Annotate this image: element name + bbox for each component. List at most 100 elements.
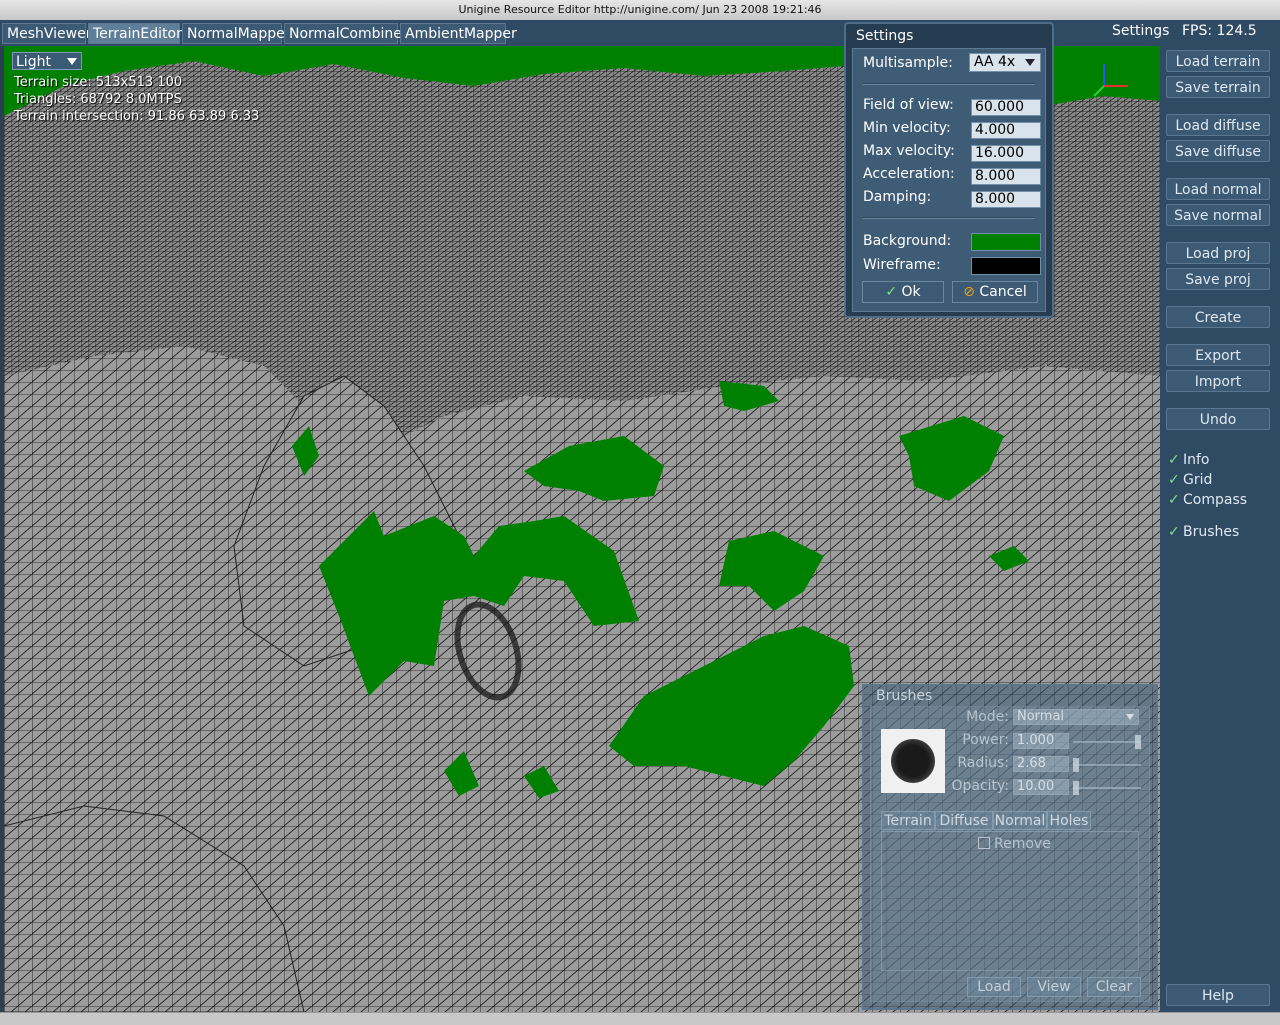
multisample-select[interactable]: AA 4x — [969, 53, 1041, 72]
checkbox-icon — [978, 837, 990, 849]
brushes-checkbox[interactable]: ✓ Brushes — [1168, 524, 1239, 540]
grid-checkbox-label: Grid — [1183, 472, 1213, 488]
load-diffuse-button[interactable]: Load diffuse — [1166, 114, 1270, 136]
cancel-button[interactable]: ⊘ Cancel — [952, 281, 1038, 303]
brush-preview[interactable] — [881, 729, 945, 793]
light-select-value: Light — [16, 54, 51, 70]
window-title: Unigine Resource Editor http://unigine.c… — [458, 3, 822, 16]
chevron-down-icon — [1126, 714, 1134, 720]
brush-load-button[interactable]: Load — [967, 977, 1021, 997]
load-normal-button[interactable]: Load normal — [1166, 178, 1270, 200]
background-color-swatch[interactable] — [971, 233, 1041, 251]
cancel-icon: ⊘ — [963, 284, 975, 300]
multisample-value: AA 4x — [974, 54, 1016, 70]
brush-tab-terrain[interactable]: Terrain — [881, 811, 935, 830]
mode-value: Normal — [1017, 709, 1065, 724]
settings-dialog: Settings Multisample: AA 4x Field of vie… — [844, 22, 1054, 318]
ok-button[interactable]: ✓ Ok — [862, 281, 944, 303]
radius-slider[interactable] — [1073, 758, 1141, 772]
settings-title: Settings — [856, 28, 914, 44]
max-velocity-label: Max velocity: — [863, 143, 955, 159]
save-diffuse-button[interactable]: Save diffuse — [1166, 140, 1270, 162]
brushes-panel: Brushes Mode: Normal Power: 1.000 Radius… — [862, 684, 1158, 1010]
fps-readout: FPS: 124.5 — [1182, 23, 1257, 39]
min-velocity-field[interactable]: 4.000 — [971, 122, 1041, 139]
save-normal-button[interactable]: Save normal — [1166, 204, 1270, 226]
checkmark-icon: ✓ — [885, 284, 898, 300]
tab-terraineditor[interactable]: TerrainEditor — [88, 23, 182, 44]
divider — [863, 217, 1035, 219]
chevron-down-icon — [1025, 59, 1035, 66]
light-select[interactable]: Light — [12, 52, 82, 70]
save-terrain-button[interactable]: Save terrain — [1166, 76, 1270, 98]
divider — [863, 83, 1035, 85]
opacity-slider[interactable] — [1073, 781, 1141, 795]
brush-clear-button[interactable]: Clear — [1087, 977, 1141, 997]
damping-label: Damping: — [863, 189, 932, 205]
acceleration-label: Acceleration: — [863, 166, 955, 182]
slider-handle[interactable] — [1073, 781, 1079, 795]
bottom-status-strip — [0, 1012, 1280, 1025]
multisample-label: Multisample: — [863, 55, 953, 71]
chevron-down-icon — [67, 58, 77, 65]
window-title-bar: Unigine Resource Editor http://unigine.c… — [0, 0, 1280, 21]
compass-checkbox[interactable]: ✓ Compass — [1168, 492, 1247, 508]
undo-button[interactable]: Undo — [1166, 408, 1270, 430]
info-checkbox[interactable]: ✓ Info — [1168, 452, 1210, 468]
remove-checkbox[interactable]: Remove — [978, 836, 1051, 852]
slider-handle[interactable] — [1073, 758, 1079, 772]
mode-label: Mode: — [966, 709, 1009, 725]
power-slider[interactable] — [1073, 735, 1141, 749]
load-terrain-button[interactable]: Load terrain — [1166, 50, 1270, 72]
checkmark-icon: ✓ — [1168, 492, 1180, 508]
wireframe-label: Wireframe: — [863, 257, 941, 273]
brush-tab-normal[interactable]: Normal — [993, 811, 1047, 830]
checkmark-icon: ✓ — [1168, 452, 1180, 468]
tab-normalcombiner[interactable]: NormalCombiner — [284, 23, 408, 44]
min-velocity-label: Min velocity: — [863, 120, 951, 136]
slider-handle[interactable] — [1135, 735, 1141, 749]
cancel-button-label: Cancel — [979, 284, 1027, 300]
checkmark-icon: ✓ — [1168, 472, 1180, 488]
brush-tab-holes[interactable]: Holes — [1047, 811, 1091, 830]
mode-select[interactable]: Normal — [1013, 709, 1139, 725]
right-sidebar: Load terrain Save terrain Load diffuse S… — [1160, 46, 1280, 1012]
max-velocity-field[interactable]: 16.000 — [971, 145, 1041, 162]
damping-field[interactable]: 8.000 — [971, 191, 1041, 208]
fov-field[interactable]: 60.000 — [971, 99, 1041, 116]
tab-ambientmapper[interactable]: AmbientMapper — [400, 23, 517, 44]
save-proj-button[interactable]: Save proj — [1166, 268, 1270, 290]
info-checkbox-label: Info — [1183, 452, 1210, 468]
radius-label: Radius: — [957, 755, 1009, 771]
brush-tab-diffuse[interactable]: Diffuse — [935, 811, 993, 830]
help-button[interactable]: Help — [1166, 984, 1270, 1006]
export-button[interactable]: Export — [1166, 344, 1270, 366]
tab-meshviewer[interactable]: MeshViewer — [2, 23, 91, 44]
radius-field[interactable]: 2.68 — [1013, 756, 1069, 772]
info-intersection: Terrain intersection: 91.86 63.89 6.33 — [14, 109, 260, 124]
acceleration-field[interactable]: 8.000 — [971, 168, 1041, 185]
settings-link[interactable]: Settings — [1112, 23, 1169, 39]
compass-checkbox-label: Compass — [1183, 492, 1248, 508]
load-proj-button[interactable]: Load proj — [1166, 242, 1270, 264]
info-triangles: Triangles: 68792 8.0MTPS — [14, 92, 182, 107]
create-button[interactable]: Create — [1166, 306, 1270, 328]
checkmark-icon: ✓ — [1168, 524, 1180, 540]
opacity-field[interactable]: 10.00 — [1013, 779, 1069, 795]
brush-shape-icon — [891, 739, 935, 783]
tab-normalmapper[interactable]: NormalMapper — [182, 23, 290, 44]
terrain-info-overlay: Terrain size: 513x513 100 Triangles: 687… — [14, 74, 259, 125]
wireframe-color-swatch[interactable] — [971, 257, 1041, 275]
grid-checkbox[interactable]: ✓ Grid — [1168, 472, 1212, 488]
brushes-checkbox-label: Brushes — [1183, 524, 1240, 540]
remove-checkbox-label: Remove — [994, 836, 1051, 852]
brush-view-button[interactable]: View — [1027, 977, 1081, 997]
opacity-label: Opacity: — [951, 778, 1009, 794]
power-field[interactable]: 1.000 — [1013, 733, 1069, 749]
top-tab-bar: MeshViewer TerrainEditor NormalMapper No… — [0, 20, 1280, 46]
info-terrain-size: Terrain size: 513x513 100 — [14, 75, 183, 90]
settings-body: Multisample: AA 4x Field of view: 60.000… — [852, 48, 1046, 312]
power-label: Power: — [962, 732, 1009, 748]
import-button[interactable]: Import — [1166, 370, 1270, 392]
brushes-title: Brushes — [876, 688, 933, 704]
